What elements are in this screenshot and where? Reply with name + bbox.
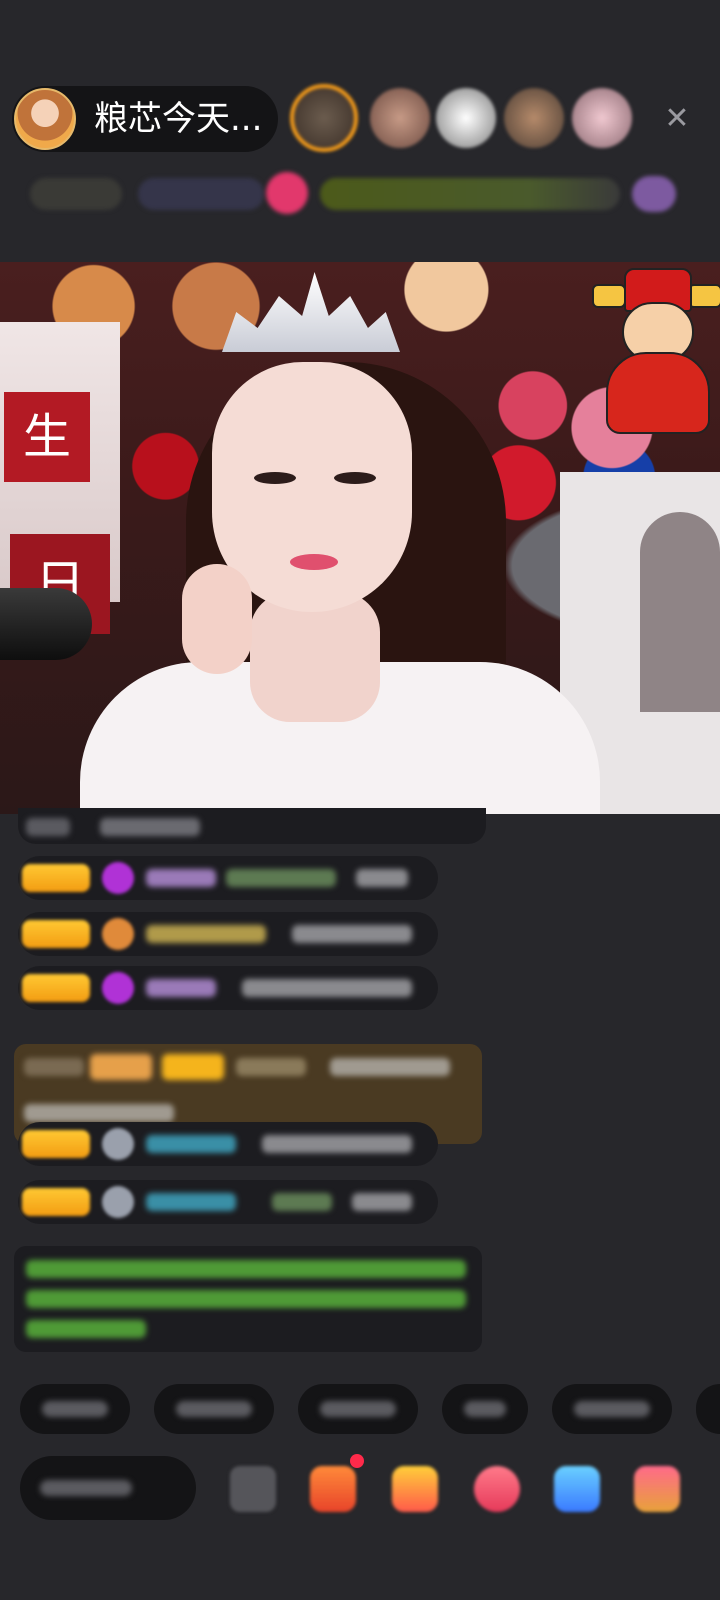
- quick-reply-chip[interactable]: [154, 1384, 274, 1434]
- chat-text: [292, 925, 412, 943]
- chip-label: [574, 1401, 650, 1417]
- close-icon[interactable]: ✕: [656, 98, 698, 140]
- notification-dot: [350, 1454, 364, 1468]
- level-badge: [22, 920, 90, 948]
- event-ticker-badge[interactable]: [320, 178, 620, 210]
- chat-list[interactable]: [0, 808, 720, 1354]
- share-icon[interactable]: [554, 1466, 600, 1512]
- chip-label: [464, 1401, 506, 1417]
- chip-label: [42, 1401, 108, 1417]
- level-badge: [22, 974, 90, 1002]
- chat-text: [24, 1104, 174, 1122]
- mascot-body: [606, 352, 710, 434]
- level-badge: [22, 1188, 90, 1216]
- microphone: [0, 588, 92, 660]
- user-tag: [24, 1058, 84, 1076]
- red-packet-icon[interactable]: [310, 1466, 356, 1512]
- notice-text: [26, 1260, 466, 1278]
- eye: [254, 472, 296, 484]
- gift-pk-badge[interactable]: [266, 172, 308, 214]
- banner-char: 生: [4, 392, 90, 482]
- host-info-pill[interactable]: 粮芯今天...: [12, 86, 278, 152]
- chat-text: [330, 1058, 450, 1076]
- quick-reply-chip[interactable]: [552, 1384, 672, 1434]
- more-icon[interactable]: [230, 1466, 276, 1512]
- chat-message: [18, 1122, 438, 1166]
- lips: [290, 554, 338, 570]
- gift-box-icon[interactable]: [392, 1466, 438, 1512]
- gift-icon[interactable]: [634, 1466, 680, 1512]
- extra-badge[interactable]: [632, 176, 676, 212]
- user-avatar-icon: [102, 1128, 134, 1160]
- notice-text: [26, 1320, 146, 1338]
- chat-text: [356, 869, 408, 887]
- quick-reply-chip[interactable]: [696, 1384, 720, 1434]
- username[interactable]: [146, 925, 266, 943]
- popularity-badge[interactable]: [138, 178, 264, 210]
- level-badge: [162, 1054, 224, 1080]
- chat-text: [272, 1193, 332, 1211]
- level-badge: [22, 864, 90, 892]
- fortune-god-sticker-icon[interactable]: [592, 262, 720, 442]
- username[interactable]: [146, 1135, 236, 1153]
- viewer-avatar[interactable]: [370, 88, 430, 148]
- chat-text: [26, 818, 70, 836]
- hat-wing: [592, 284, 626, 308]
- streamer-hand: [182, 564, 252, 674]
- chat-input-placeholder: [40, 1480, 132, 1496]
- viewer-avatar[interactable]: [436, 88, 496, 148]
- username[interactable]: [146, 1193, 236, 1211]
- quick-reply-chips: [0, 1384, 720, 1440]
- viewer-avatar-list: [290, 84, 650, 152]
- host-name: 粮芯今天...: [94, 99, 263, 139]
- vip-badge: [90, 1054, 152, 1080]
- bottom-toolbar: [0, 1454, 720, 1528]
- diamond-icon: [102, 862, 134, 894]
- tiara-icon: [222, 272, 400, 352]
- fan-club-icon: [102, 918, 134, 950]
- diamond-icon: [102, 972, 134, 1004]
- chat-text: [226, 869, 336, 887]
- chat-message: [18, 808, 486, 844]
- viewer-avatar[interactable]: [504, 88, 564, 148]
- level-badge: [22, 1130, 90, 1158]
- username[interactable]: [146, 979, 216, 997]
- chat-message: [18, 912, 438, 956]
- viewer-avatar[interactable]: [290, 84, 358, 152]
- quick-reply-chip[interactable]: [442, 1384, 528, 1434]
- rank-badge-row: [0, 172, 720, 216]
- user-avatar-icon: [102, 1186, 134, 1218]
- quick-reply-chip[interactable]: [298, 1384, 418, 1434]
- chat-text: [100, 818, 200, 836]
- arch-opening: [640, 512, 720, 712]
- username[interactable]: [146, 869, 216, 887]
- birthday-banner: 生 日: [0, 322, 120, 634]
- game-icon[interactable]: [474, 1466, 520, 1512]
- chat-text: [262, 1135, 412, 1153]
- chat-message: [18, 1180, 438, 1224]
- eye: [334, 472, 376, 484]
- chip-label: [176, 1401, 252, 1417]
- system-notice: [14, 1246, 482, 1352]
- viewer-avatar[interactable]: [572, 88, 632, 148]
- quick-reply-chip[interactable]: [20, 1384, 130, 1434]
- hour-rank-badge[interactable]: [30, 178, 122, 210]
- chat-message: [18, 856, 438, 900]
- live-video[interactable]: 生 日: [0, 262, 720, 814]
- host-avatar[interactable]: [14, 88, 76, 150]
- chat-input[interactable]: [20, 1456, 196, 1520]
- chip-label: [320, 1401, 396, 1417]
- chat-text: [242, 979, 412, 997]
- notice-text: [26, 1290, 466, 1308]
- chat-message: [18, 966, 438, 1010]
- chat-text: [352, 1193, 412, 1211]
- username[interactable]: [236, 1058, 306, 1076]
- hat-wing: [688, 284, 720, 308]
